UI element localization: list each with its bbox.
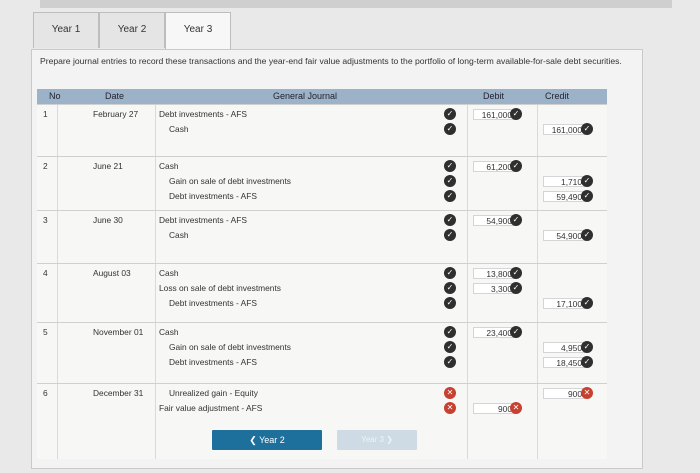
chevron-right-icon: ❯ <box>386 435 393 444</box>
account-title[interactable]: Unrealized gain - Equity <box>169 388 258 398</box>
check-icon: ✓ <box>510 326 522 338</box>
journal-entry: 3 June 30 Debt investments - AFS ✓ 54,900 ✓ Ca… <box>37 210 607 264</box>
journal-entry: 6 December 31 Unrealized gain - Equity ✕ 900… <box>37 383 607 460</box>
account-title[interactable]: Debt investments - AFS <box>159 109 247 119</box>
journal-entry: 2 June 21 Cash ✓ 61,200 ✓ Gain on sale of debt… <box>37 156 607 211</box>
check-icon: ✓ <box>581 356 593 368</box>
check-icon: ✓ <box>444 160 456 172</box>
check-icon: ✓ <box>444 297 456 309</box>
account-title[interactable]: Debt investments - AFS <box>169 191 257 201</box>
account-title[interactable]: Loss on sale of debt investments <box>159 283 281 293</box>
account-title[interactable]: Cash <box>159 161 179 171</box>
debit-input[interactable]: 23,400 <box>473 327 515 338</box>
entry-number: 1 <box>43 109 48 119</box>
next-year-label: Year 3 <box>361 435 384 444</box>
x-icon: ✕ <box>444 387 456 399</box>
debit-input[interactable]: 3,300 <box>473 283 515 294</box>
journal-header: No Date General Journal Debit Credit <box>37 89 607 104</box>
instructions-text: Prepare journal entries to record these … <box>40 56 622 66</box>
credit-input[interactable]: 161,000 <box>543 124 585 135</box>
credit-input[interactable]: 4,950 <box>543 342 585 353</box>
entry-number: 2 <box>43 161 48 171</box>
credit-input[interactable]: 17,100 <box>543 298 585 309</box>
check-icon: ✓ <box>444 214 456 226</box>
tab-year-1[interactable]: Year 1 <box>33 12 99 48</box>
credit-input[interactable]: 1,710 <box>543 176 585 187</box>
check-icon: ✓ <box>581 297 593 309</box>
journal-entry: 1 February 27 Debt investments - AFS ✓ 161,0… <box>37 104 607 157</box>
check-icon: ✓ <box>444 229 456 241</box>
account-title[interactable]: Debt investments - AFS <box>169 298 257 308</box>
check-icon: ✓ <box>444 356 456 368</box>
debit-input[interactable]: 900 <box>473 403 515 414</box>
account-title[interactable]: Cash <box>159 327 179 337</box>
entry-date[interactable]: August 03 <box>93 268 131 278</box>
check-icon: ✓ <box>510 108 522 120</box>
credit-input[interactable]: 900 <box>543 388 585 399</box>
chevron-left-icon: ❮ <box>249 435 257 445</box>
top-strip <box>40 0 672 8</box>
header-credit: Credit <box>545 91 570 101</box>
entry-date[interactable]: June 21 <box>93 161 123 171</box>
header-debit: Debit <box>483 91 505 101</box>
entry-number: 6 <box>43 388 48 398</box>
check-icon: ✓ <box>581 190 593 202</box>
content-panel: Prepare journal entries to record these … <box>31 49 643 469</box>
check-icon: ✓ <box>510 267 522 279</box>
account-title[interactable]: Gain on sale of debt investments <box>169 176 291 186</box>
entry-date[interactable]: December 31 <box>93 388 143 398</box>
check-icon: ✓ <box>444 108 456 120</box>
check-icon: ✓ <box>510 160 522 172</box>
check-icon: ✓ <box>581 123 593 135</box>
next-year-button: Year 3 ❯ <box>337 430 417 450</box>
check-icon: ✓ <box>581 175 593 187</box>
check-icon: ✓ <box>444 123 456 135</box>
prev-year-label: Year 2 <box>259 435 285 445</box>
account-title[interactable]: Debt investments - AFS <box>169 357 257 367</box>
journal-entry: 5 November 01 Cash ✓ 23,400 ✓ Gain on sale of … <box>37 322 607 384</box>
credit-input[interactable]: 54,900 <box>543 230 585 241</box>
check-icon: ✓ <box>444 326 456 338</box>
check-icon: ✓ <box>444 175 456 187</box>
check-icon: ✓ <box>444 190 456 202</box>
debit-input[interactable]: 13,800 <box>473 268 515 279</box>
tab-year-3[interactable]: Year 3 <box>165 12 231 50</box>
account-title[interactable]: Cash <box>169 230 189 240</box>
prev-year-button[interactable]: ❮ Year 2 <box>212 430 322 450</box>
entry-date[interactable]: November 01 <box>93 327 143 337</box>
account-title[interactable]: Fair value adjustment - AFS <box>159 403 262 413</box>
check-icon: ✓ <box>444 341 456 353</box>
entry-number: 3 <box>43 215 48 225</box>
entry-number: 4 <box>43 268 48 278</box>
check-icon: ✓ <box>510 282 522 294</box>
check-icon: ✓ <box>444 267 456 279</box>
x-icon: ✕ <box>444 402 456 414</box>
check-icon: ✓ <box>581 229 593 241</box>
account-title[interactable]: Cash <box>169 124 189 134</box>
x-icon: ✕ <box>581 387 593 399</box>
account-title[interactable]: Gain on sale of debt investments <box>169 342 291 352</box>
debit-input[interactable]: 54,900 <box>473 215 515 226</box>
account-title[interactable]: Cash <box>159 268 179 278</box>
account-title[interactable]: Debt investments - AFS <box>159 215 247 225</box>
entry-date[interactable]: February 27 <box>93 109 138 119</box>
entry-date[interactable]: June 30 <box>93 215 123 225</box>
header-date: Date <box>105 91 125 101</box>
credit-input[interactable]: 59,490 <box>543 191 585 202</box>
check-icon: ✓ <box>510 214 522 226</box>
journal-entry: 4 August 03 Cash ✓ 13,800 ✓ Loss on sale of de… <box>37 263 607 323</box>
entry-number: 5 <box>43 327 48 337</box>
header-general-journal: General Journal <box>273 91 338 101</box>
x-icon: ✕ <box>510 402 522 414</box>
check-icon: ✓ <box>581 341 593 353</box>
journal-grid: No Date General Journal Debit Credit 1 Fe… <box>37 89 607 459</box>
debit-input[interactable]: 61,200 <box>473 161 515 172</box>
credit-input[interactable]: 18,450 <box>543 357 585 368</box>
debit-input[interactable]: 161,000 <box>473 109 515 120</box>
check-icon: ✓ <box>444 282 456 294</box>
tab-year-2[interactable]: Year 2 <box>99 12 165 48</box>
header-no: No <box>49 91 61 101</box>
